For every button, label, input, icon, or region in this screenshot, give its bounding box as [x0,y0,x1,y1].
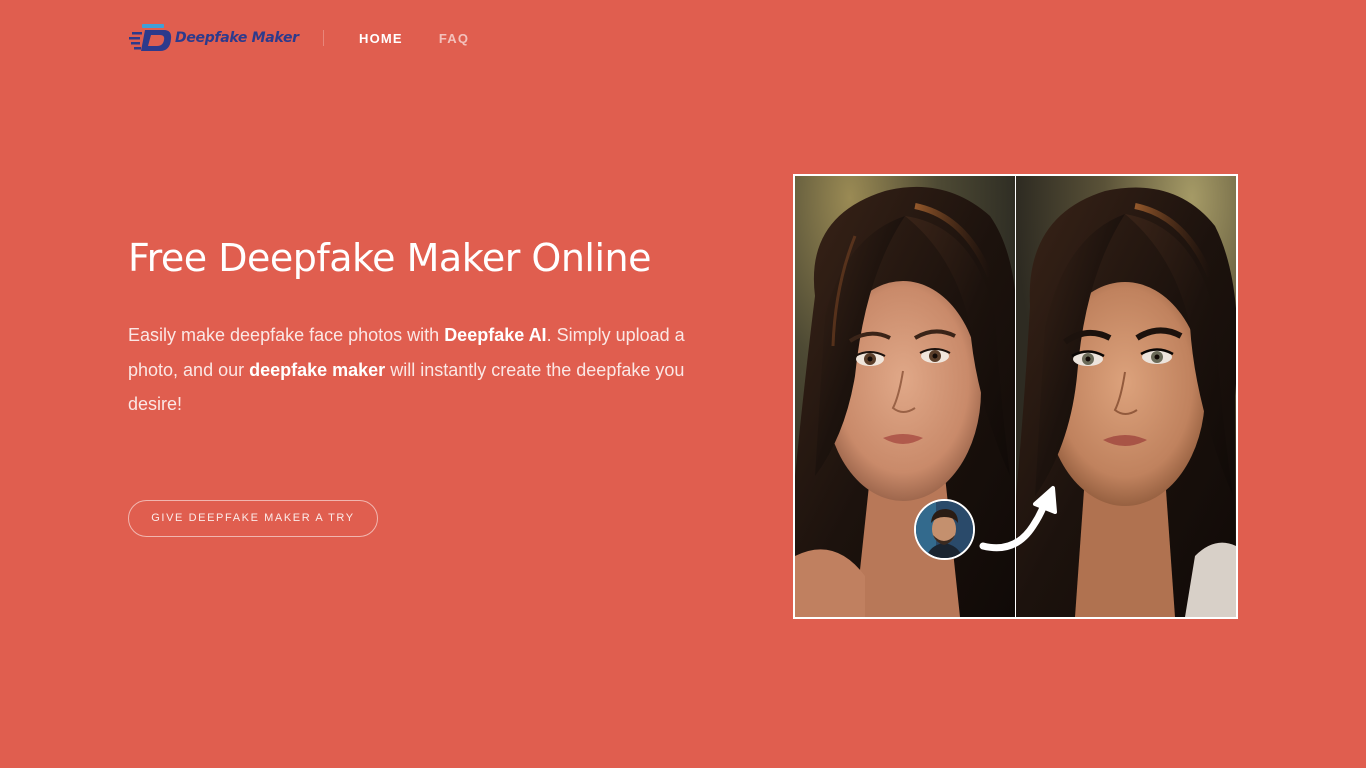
logo[interactable]: Deepfake Maker [128,22,299,54]
site-header: Deepfake Maker HOME FAQ [0,0,1366,78]
main-nav: HOME FAQ [359,31,469,46]
original-photo [795,176,1015,617]
demo-photos [795,176,1236,617]
try-deepfake-maker-button[interactable]: GIVE DEEPFAKE MAKER A TRY [128,500,378,537]
hero-description: Easily make deepfake face photos with De… [128,318,688,422]
logo-mark-icon [129,24,172,51]
page: Deepfake Maker HOME FAQ Free Deepfake Ma… [0,0,1366,768]
nav-divider [323,30,324,46]
nav-home-link[interactable]: HOME [359,31,403,46]
hero-desc-bold-2: deepfake maker [249,359,386,380]
source-face-avatar [914,499,975,560]
before-after-demo-image [793,174,1238,619]
nav-faq-link[interactable]: FAQ [439,31,469,46]
hero-desc-text-1: Easily make deepfake face photos with [128,325,445,345]
hero-title: Free Deepfake Maker Online [128,236,652,280]
deepfake-result-photo [1016,176,1236,617]
hero-desc-bold-1: Deepfake AI [444,325,547,345]
male-face-icon [916,501,973,558]
logo-text: Deepfake Maker [175,30,299,46]
